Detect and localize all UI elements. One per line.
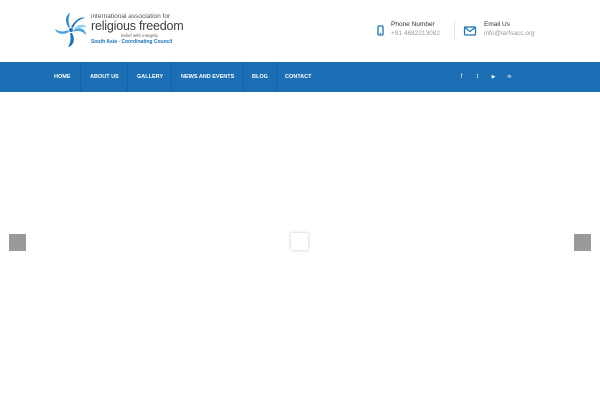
nav-separator	[276, 62, 277, 92]
logo-subtitle: South Asia - Coordinating Council	[91, 39, 173, 45]
nav-item-gallery[interactable]: GALLERY	[137, 62, 163, 92]
nav-item-contact[interactable]: CONTACT	[285, 62, 311, 92]
contact-phone: Phone Number +91 4682213082	[376, 20, 456, 42]
phone-label: Phone Number	[391, 21, 435, 28]
email-label: Email Us	[484, 21, 511, 28]
nav-item-blog[interactable]: BLOG	[252, 62, 268, 92]
logo-emblem-icon	[55, 13, 87, 47]
facebook-icon[interactable]: f	[457, 73, 466, 82]
nav-item-news-and-events[interactable]: NEWS AND EVENTS	[181, 62, 234, 92]
envelope-icon	[463, 26, 477, 36]
youtube-icon[interactable]: ▶	[489, 73, 498, 82]
logo-text: international association for religious …	[91, 13, 199, 45]
hero-slider	[0, 92, 600, 400]
contact-email: Email Us info@iarfsacc.org	[463, 20, 563, 42]
site-header: international association for religious …	[0, 0, 600, 62]
nav-separator	[243, 62, 244, 92]
nav-item-home[interactable]: HOME	[54, 62, 71, 92]
contact-divider	[454, 21, 455, 39]
nav-separator	[80, 62, 81, 92]
slider-next-arrow[interactable]	[574, 234, 591, 251]
slider-prev-arrow[interactable]	[9, 234, 26, 251]
nav-separator	[171, 62, 172, 92]
nav-separator	[127, 62, 128, 92]
phone-number[interactable]: +91 4682213082	[391, 30, 440, 37]
nav-item-about-us[interactable]: ABOUT US	[90, 62, 119, 92]
slider-loading-indicator	[291, 233, 308, 250]
site-logo[interactable]: international association for religious …	[53, 11, 193, 51]
linkedin-icon[interactable]: in	[505, 73, 514, 82]
logo-line-2: religious freedom	[91, 19, 184, 33]
email-address[interactable]: info@iarfsacc.org	[484, 30, 535, 37]
main-navigation: HOME ABOUT US GALLERY NEWS AND EVENTS BL…	[0, 62, 600, 92]
twitter-icon[interactable]: t	[473, 73, 482, 82]
mobile-phone-icon	[377, 25, 384, 36]
